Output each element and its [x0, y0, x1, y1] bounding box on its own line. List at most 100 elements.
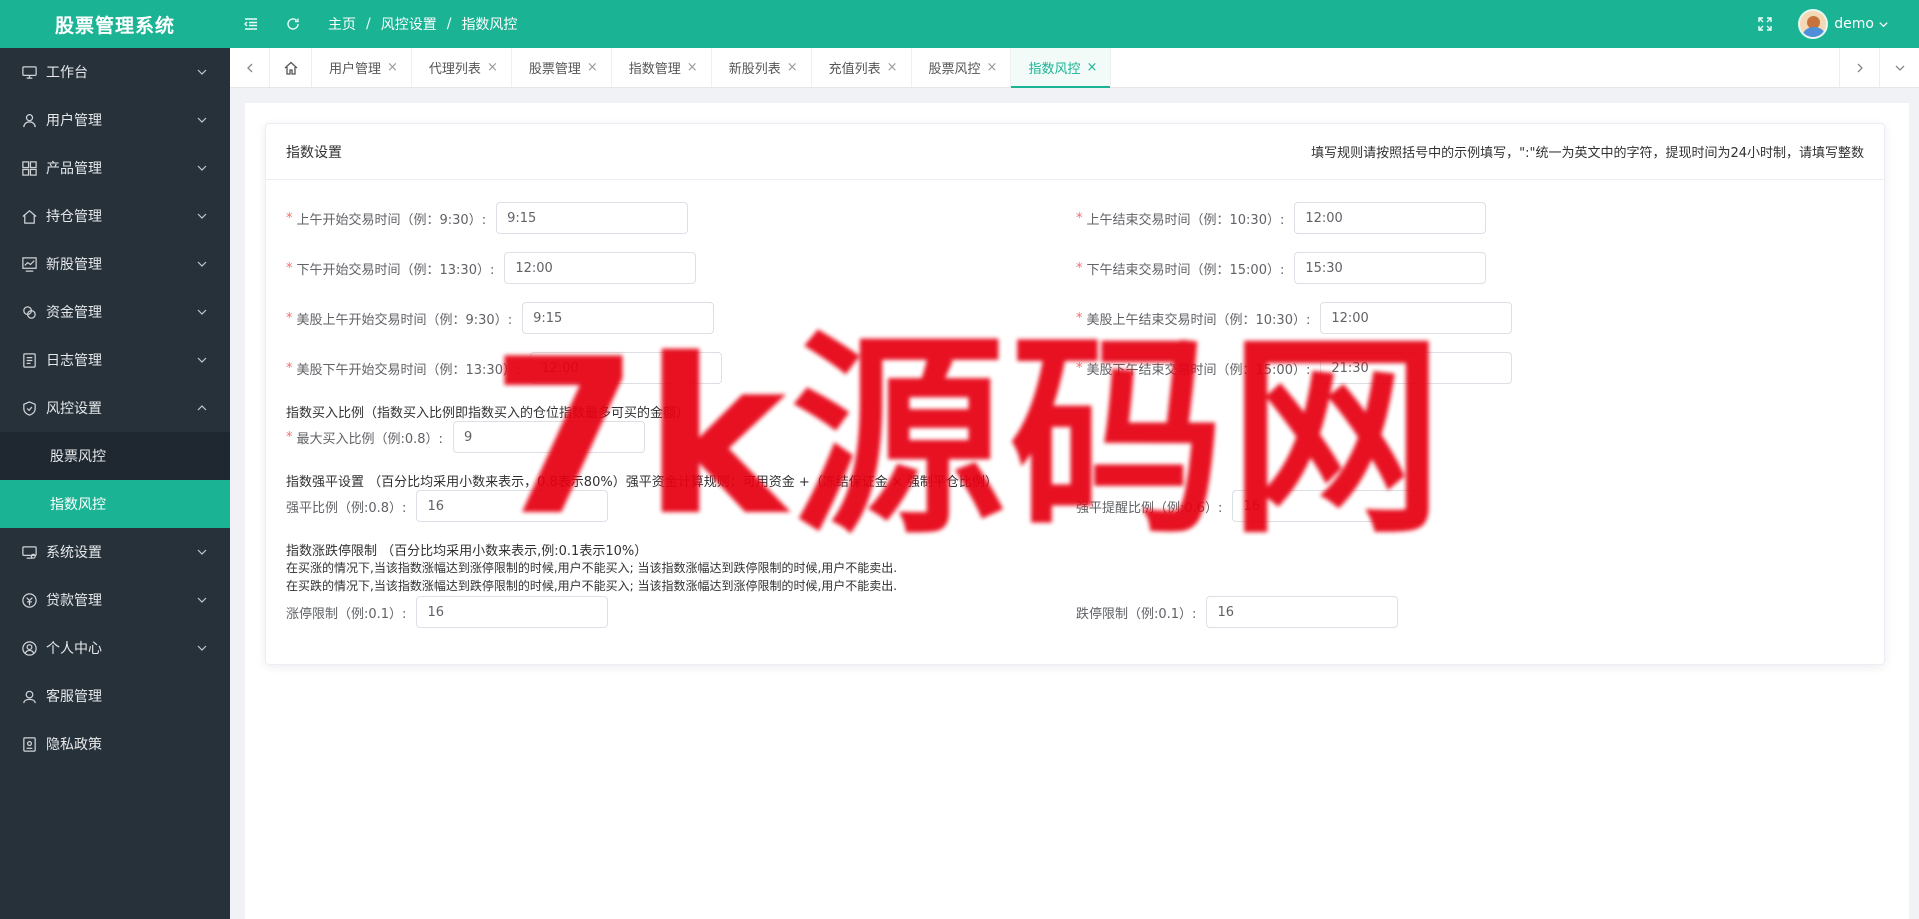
tab-index-management[interactable]: 指数管理 × [612, 48, 712, 87]
tab-bar: 用户管理 × 代理列表 × 股票管理 × 指数管理 × 新股列表 × 充值列表 × 股票风控… [230, 48, 1919, 88]
chevron-down-icon [197, 645, 207, 651]
username[interactable]: demo [1834, 16, 1874, 32]
sidebar-item-label: 产品管理 [46, 161, 102, 177]
breadcrumb: 主页 / 风控设置 / 指数风控 [328, 14, 517, 34]
watermark-overlay: 7k源码网 [490, 312, 1448, 563]
sidebar-item-label: 用户管理 [46, 113, 102, 129]
chevron-down-icon [197, 69, 207, 75]
top-header: 股票管理系统 主页 / 风控设置 / 指数风控 demo [0, 0, 1919, 48]
fullscreen-icon[interactable] [1752, 11, 1778, 37]
privacy-icon [20, 735, 38, 753]
am-start-label: 上午开始交易时间（例：9:30）: [296, 212, 487, 228]
refresh-icon[interactable] [280, 11, 306, 37]
sidebar-subitem-stock-risk[interactable]: 股票风控 [0, 432, 230, 480]
sidebar-subitem-index-risk[interactable]: 指数风控 [0, 480, 230, 528]
sidebar-item-label: 新股管理 [46, 257, 102, 273]
tab-stock-risk[interactable]: 股票风控 × [912, 48, 1012, 87]
required-star: * [286, 260, 293, 276]
menu-fold-icon[interactable] [238, 11, 264, 37]
sidebar-item-label: 个人中心 [46, 641, 102, 657]
tab-close-icon[interactable]: × [487, 60, 498, 75]
app-logo-title[interactable]: 股票管理系统 [0, 0, 230, 48]
sidebar: 工作台 用户管理 产品管理 持仓管理 新股管理 资金管理 日志管理 风控设置 股… [0, 48, 230, 919]
chevron-down-icon [1879, 21, 1888, 27]
pm-end-input[interactable]: 15:30 [1294, 252, 1487, 284]
tab-close-icon[interactable]: × [387, 60, 398, 75]
home-icon [20, 207, 38, 225]
up-limit-input[interactable]: 16 [416, 596, 609, 628]
user-icon [20, 111, 38, 129]
breadcrumb-risk-settings[interactable]: 风控设置 [381, 14, 437, 34]
tab-close-icon[interactable]: × [787, 60, 798, 75]
tab-label: 代理列表 [428, 62, 481, 77]
tab-label: 指数风控 [1028, 62, 1081, 77]
sidebar-item-funds[interactable]: 资金管理 [0, 288, 230, 336]
chevron-down-icon [197, 165, 207, 171]
monitor-icon [20, 63, 38, 81]
tab-label: 充值列表 [828, 62, 881, 77]
tab-close-icon[interactable]: × [1086, 60, 1097, 75]
log-icon [20, 351, 38, 369]
required-star: * [1076, 210, 1083, 226]
sidebar-item-products[interactable]: 产品管理 [0, 144, 230, 192]
breadcrumb-current: 指数风控 [461, 17, 518, 33]
sidebar-item-workbench[interactable]: 工作台 [0, 48, 230, 96]
am-start-input[interactable]: 9:15 [496, 202, 689, 234]
us-pm-start-label: 美股下午开始交易时间（例：13:30）: [296, 362, 521, 378]
home-tab-icon[interactable] [270, 48, 312, 87]
tab-agent-list[interactable]: 代理列表 × [412, 48, 512, 87]
sidebar-item-label: 风控设置 [46, 401, 102, 417]
sidebar-item-loans[interactable]: 贷款管理 [0, 576, 230, 624]
sidebar-item-logs[interactable]: 日志管理 [0, 336, 230, 384]
sidebar-item-system-settings[interactable]: 系统设置 [0, 528, 230, 576]
pm-start-input[interactable]: 12:00 [504, 252, 697, 284]
chevron-down-icon [197, 261, 207, 267]
chevron-down-icon [197, 309, 207, 315]
service-icon [20, 687, 38, 705]
sidebar-item-users[interactable]: 用户管理 [0, 96, 230, 144]
sidebar-item-privacy[interactable]: 隐私政策 [0, 720, 230, 768]
sidebar-item-positions[interactable]: 持仓管理 [0, 192, 230, 240]
sidebar-item-personal-center[interactable]: 个人中心 [0, 624, 230, 672]
chart-icon [20, 255, 38, 273]
tab-label: 股票管理 [528, 62, 581, 77]
sidebar-item-label: 持仓管理 [46, 209, 102, 225]
tab-stock-management[interactable]: 股票管理 × [512, 48, 612, 87]
sidebar-item-risk-settings[interactable]: 风控设置 [0, 384, 230, 432]
user-avatar[interactable] [1798, 9, 1829, 39]
tab-close-icon[interactable]: × [987, 60, 998, 75]
sidebar-item-label: 系统设置 [46, 545, 102, 561]
am-end-input[interactable]: 12:00 [1294, 202, 1487, 234]
breadcrumb-separator: / [366, 16, 371, 32]
chevron-down-icon [197, 597, 207, 603]
shield-icon [20, 399, 38, 417]
sidebar-item-new-stocks[interactable]: 新股管理 [0, 240, 230, 288]
form-item-pm-start: * 下午开始交易时间（例：13:30）: 12:00 [286, 252, 697, 284]
tab-close-icon[interactable]: × [887, 60, 898, 75]
required-star: * [286, 429, 293, 445]
tab-index-risk[interactable]: 指数风控 × [1011, 48, 1112, 88]
tab-close-icon[interactable]: × [687, 60, 698, 75]
down-limit-input[interactable]: 16 [1206, 596, 1399, 628]
sidebar-item-customer-service[interactable]: 客服管理 [0, 672, 230, 720]
tab-menu-chevron-down-icon[interactable] [1879, 48, 1919, 87]
tab-recharge-list[interactable]: 充值列表 × [812, 48, 912, 87]
sidebar-item-label: 客服管理 [46, 689, 102, 705]
tab-new-stock-list[interactable]: 新股列表 × [712, 48, 812, 87]
tab-scroll-left-icon[interactable] [230, 48, 270, 87]
tab-label: 用户管理 [329, 62, 382, 77]
tab-user-management[interactable]: 用户管理 × [312, 48, 412, 87]
max-buy-label: 最大买入比例（例:0.8）: [296, 431, 443, 447]
am-end-label: 上午结束交易时间（例：10:30）: [1086, 212, 1285, 228]
breadcrumb-home[interactable]: 主页 [328, 14, 356, 34]
sidebar-item-label: 资金管理 [46, 305, 102, 321]
settings-monitor-icon [20, 543, 38, 561]
form-item-down-limit: 跌停限制（例:0.1）: 16 [1076, 596, 1399, 628]
tab-scroll-right-icon[interactable] [1839, 48, 1879, 87]
card-title: 指数设置 [286, 144, 342, 161]
limit-note-down: 在买跌的情况下,当该指数涨幅达到跌停限制的时候,用户不能买入; 当该指数涨幅达到… [286, 579, 898, 593]
user-menu[interactable]: demo [1834, 16, 1889, 32]
sidebar-item-label: 贷款管理 [46, 593, 102, 609]
tab-close-icon[interactable]: × [587, 60, 598, 75]
required-star: * [286, 210, 293, 226]
